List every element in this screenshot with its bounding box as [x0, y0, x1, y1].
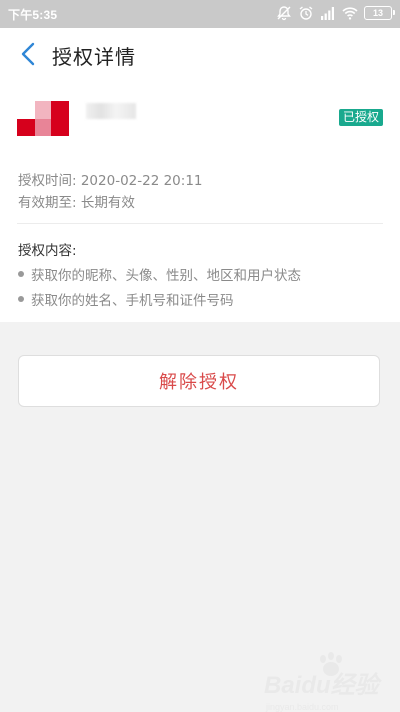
alarm-icon	[299, 6, 313, 20]
permission-text: 获取你的姓名、手机号和证件号码	[31, 293, 234, 309]
status-icons: 13	[276, 5, 395, 21]
app-logo	[17, 101, 69, 136]
baidu-watermark: Baidu经验 jingyan.baidu.com	[264, 652, 384, 712]
bullet-icon	[18, 271, 24, 277]
auth-time: 授权时间: 2020-02-22 20:11	[18, 173, 203, 189]
auth-time-section: 授权时间: 2020-02-22 20:11 有效期至: 长期有效	[0, 154, 400, 224]
list-item: 获取你的昵称、头像、性别、地区和用户状态	[18, 264, 301, 284]
authorized-badge: 已授权	[338, 109, 383, 126]
page-title: 授权详情	[52, 45, 136, 69]
list-item: 获取你的姓名、手机号和证件号码	[18, 289, 234, 309]
app-name-redacted	[86, 103, 136, 119]
wifi-icon	[342, 7, 358, 20]
battery-icon: 13	[364, 6, 395, 20]
header: 授权详情	[0, 28, 400, 80]
permissions-section: 授权内容: 获取你的昵称、头像、性别、地区和用户状态 获取你的姓名、手机号和证件…	[0, 224, 400, 322]
back-button[interactable]	[14, 40, 42, 68]
bullet-icon	[18, 296, 24, 302]
signal-icon	[321, 7, 334, 20]
revoke-authorization-button[interactable]: 解除授权	[18, 355, 380, 407]
chevron-left-icon	[21, 42, 35, 66]
status-bar: 下午5:35 13	[0, 0, 400, 28]
valid-until: 有效期至: 长期有效	[18, 195, 135, 211]
app-info-card: 已授权	[0, 80, 400, 154]
permissions-heading: 授权内容:	[18, 243, 77, 259]
permission-text: 获取你的昵称、头像、性别、地区和用户状态	[31, 268, 301, 284]
watermark-brand: Baidu经验	[264, 672, 379, 699]
status-time: 下午5:35	[8, 8, 58, 22]
notifications-off-icon	[277, 6, 291, 21]
